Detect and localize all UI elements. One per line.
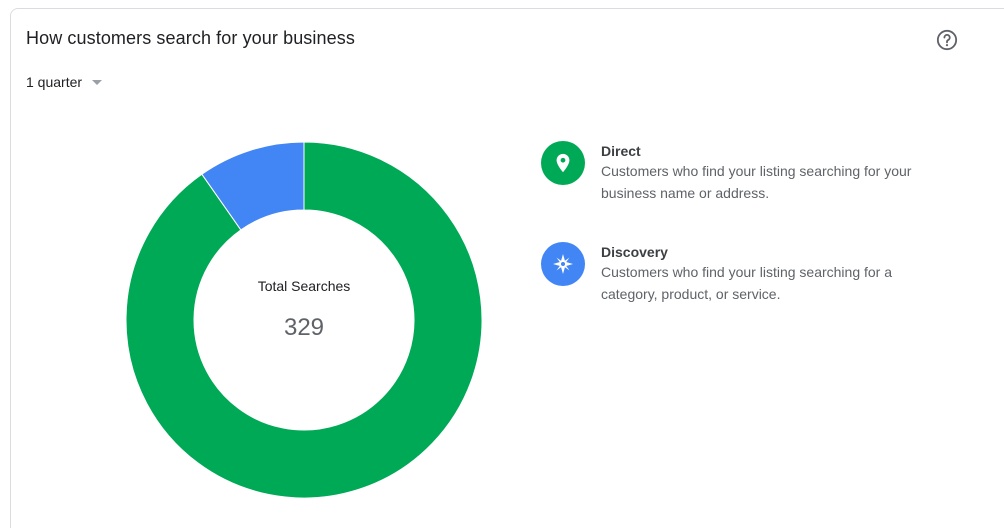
legend-name-discovery: Discovery	[601, 244, 668, 260]
legend-item-discovery: Discovery Customers who find your listin…	[541, 242, 941, 305]
legend-name-direct: Direct	[601, 143, 641, 159]
total-searches-value: 329	[283, 314, 325, 341]
legend-description-discovery: Customers who find your listing searchin…	[601, 264, 893, 302]
legend-description-direct: Customers who find your listing searchin…	[601, 163, 912, 201]
compass-icon	[553, 254, 573, 274]
total-searches-label: Total Searches	[257, 278, 351, 294]
location-pin-icon	[556, 153, 570, 173]
legend-swatch-discovery	[541, 242, 585, 286]
legend-item-direct: Direct Customers who find your listing s…	[541, 141, 941, 204]
legend-swatch-direct	[541, 141, 585, 185]
